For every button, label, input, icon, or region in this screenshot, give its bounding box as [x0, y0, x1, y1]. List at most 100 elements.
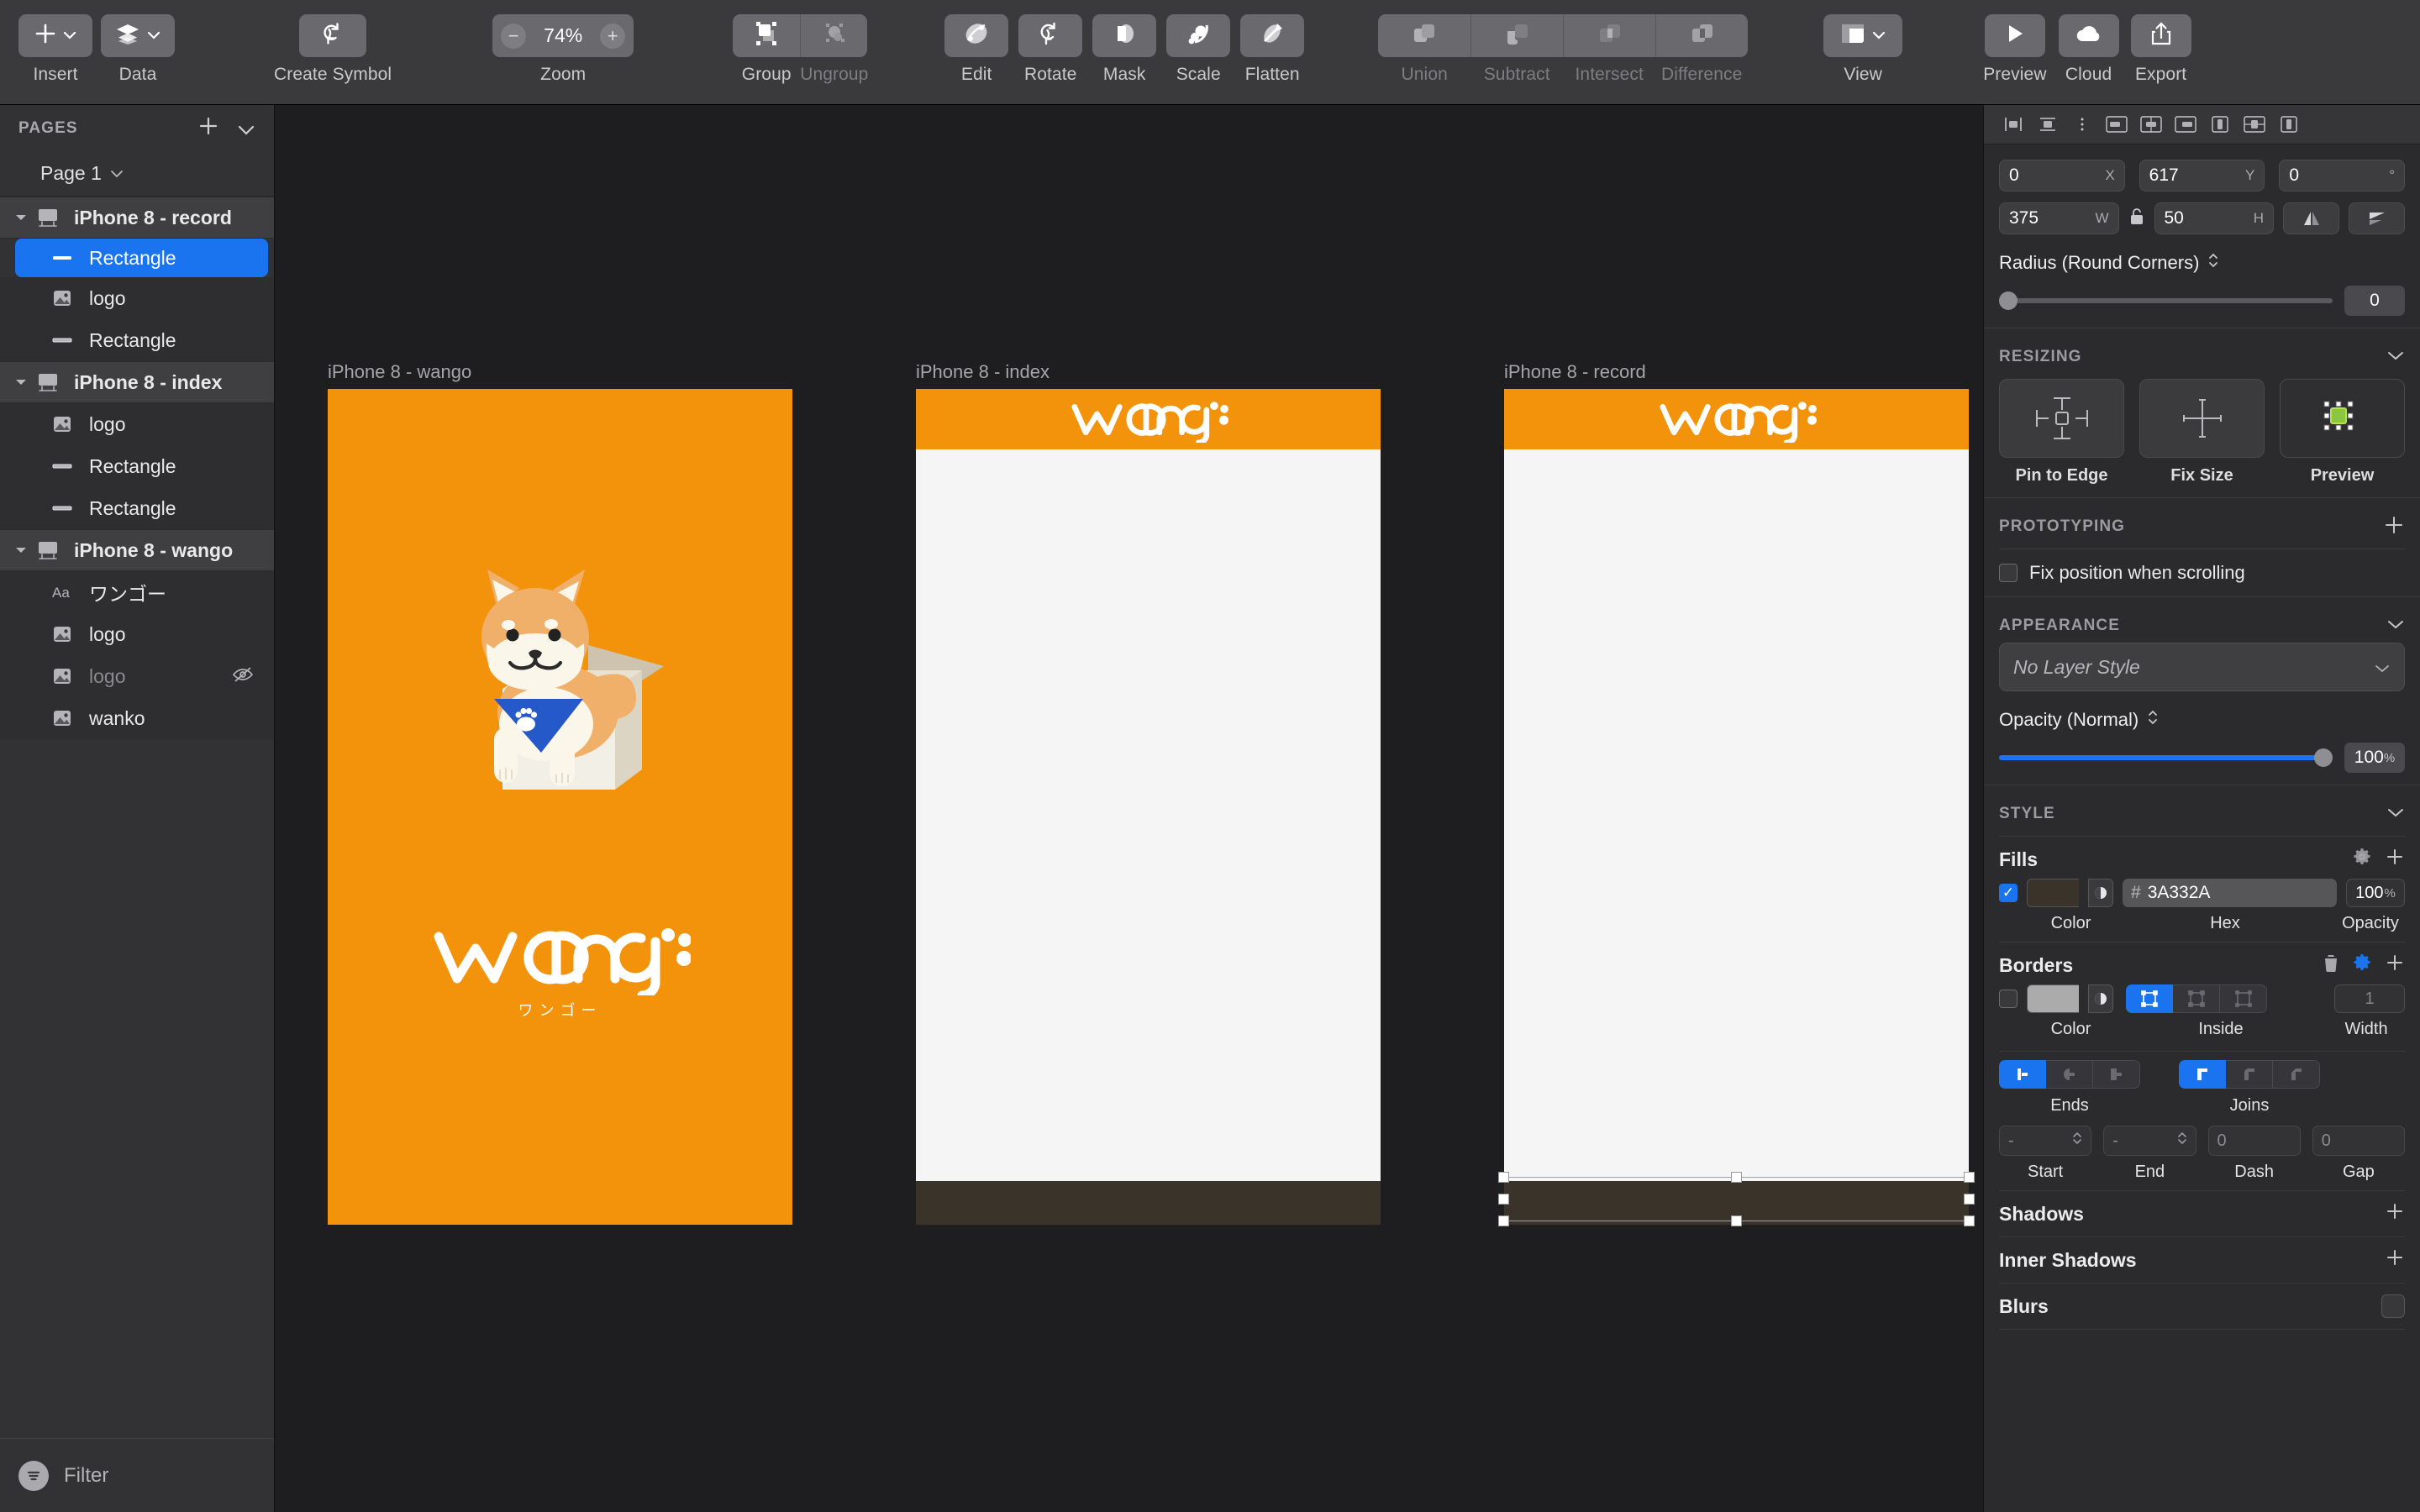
selection-handle[interactable] [1498, 1172, 1509, 1183]
resize-option-preview[interactable]: Preview [2280, 379, 2405, 486]
selection-handle[interactable] [1731, 1172, 1742, 1183]
artboard-wango[interactable]: iPhone 8 - wango ワンゴー [328, 361, 792, 1225]
toolbar-item-zoom[interactable]: − 74% + Zoom [492, 0, 634, 85]
export-button[interactable] [2130, 14, 2191, 57]
cloud-button[interactable] [2058, 14, 2119, 57]
union-button[interactable] [1378, 14, 1470, 57]
border-color-swatch[interactable] [2027, 984, 2079, 1013]
fix-position-row[interactable]: Fix position when scrolling [1984, 549, 2420, 596]
radius-slider[interactable] [1999, 291, 2333, 310]
stepper-icon[interactable] [2147, 708, 2159, 732]
layer-row[interactable]: logo [0, 403, 274, 445]
border-position-outside-button[interactable] [2220, 984, 2267, 1013]
border-position-center-button[interactable] [2126, 984, 2173, 1013]
artboard-title[interactable]: iPhone 8 - index [916, 361, 1381, 383]
fill-hex-field[interactable]: # 3A332A [2123, 879, 2337, 907]
border-dash-field[interactable]: 0 [2207, 1126, 2301, 1156]
artboard-title[interactable]: iPhone 8 - wango [328, 361, 792, 383]
flatten-button[interactable] [1240, 14, 1305, 57]
delete-border-trash-icon[interactable] [2323, 953, 2339, 977]
toolbar-item-rotate[interactable]: Rotate [1018, 0, 1083, 85]
stepper-icon[interactable] [2177, 1131, 2187, 1151]
layer-row[interactable]: Aa ワンゴー [0, 571, 274, 613]
end-square-button[interactable] [2093, 1060, 2140, 1089]
stepper-icon[interactable] [2072, 1131, 2082, 1151]
fix-size-icon[interactable] [2139, 379, 2265, 458]
difference-button[interactable] [1655, 14, 1748, 57]
borders-settings-gear-icon[interactable] [2353, 953, 2371, 977]
selection-handle[interactable] [1964, 1172, 1975, 1183]
eye-hidden-icon[interactable] [232, 665, 254, 688]
resize-preview-icon[interactable] [2280, 379, 2405, 458]
artboard-title[interactable]: iPhone 8 - record [1504, 361, 1969, 383]
zoom-value[interactable]: 74% [538, 24, 588, 47]
height-field[interactable]: 50 H [2154, 202, 2274, 234]
create-symbol-button[interactable] [299, 14, 367, 57]
resize-option-fix-size[interactable]: Fix Size [2139, 379, 2265, 486]
chevron-down-icon[interactable] [2386, 805, 2405, 823]
opacity-value-box[interactable]: 100% [2344, 743, 2405, 773]
selection-handle[interactable] [1498, 1215, 1509, 1226]
page-selector[interactable]: Page 1 [0, 151, 274, 197]
distribute-h-left-icon[interactable] [2102, 112, 2131, 137]
distribute-v-top-icon[interactable] [2206, 112, 2234, 137]
x-field[interactable]: 0 X [1999, 160, 2125, 192]
lock-aspect-ratio-icon[interactable] [2128, 207, 2145, 231]
border-enabled-checkbox[interactable] [1999, 990, 2018, 1008]
subtract-button[interactable] [1470, 14, 1563, 57]
toolbar-item-mask[interactable]: Mask [1092, 0, 1157, 85]
group-button[interactable] [733, 14, 800, 57]
artboard-record[interactable]: iPhone 8 - record [1498, 361, 1975, 1226]
layer-row[interactable]: Rectangle [0, 487, 274, 529]
wanko-illustration[interactable] [447, 544, 674, 801]
end-butt-button[interactable] [1999, 1060, 2046, 1089]
zoom-out-button[interactable]: − [501, 23, 527, 49]
data-button[interactable] [101, 14, 175, 57]
fill-type-icon[interactable] [2088, 879, 2113, 907]
add-shadow-icon[interactable] [2385, 1201, 2405, 1226]
add-fill-icon[interactable] [2385, 847, 2405, 872]
layer-row-artboard[interactable]: iPhone 8 - record [0, 197, 274, 239]
add-page-icon[interactable] [197, 114, 220, 142]
artboard-canvas-wango[interactable]: ワンゴー [328, 389, 792, 1225]
artboard-canvas-record[interactable] [1504, 389, 1969, 1225]
join-miter-button[interactable] [2179, 1060, 2226, 1089]
artboard-canvas-index[interactable] [916, 389, 1381, 1225]
toolbar-item-create-symbol[interactable]: Create Symbol [274, 0, 392, 85]
layer-row[interactable]: logo [0, 655, 274, 697]
fill-enabled-checkbox[interactable]: ✓ [1999, 884, 2018, 902]
layer-row[interactable]: logo [0, 277, 274, 319]
disclosure-triangle-icon[interactable] [15, 543, 37, 558]
toolbar-item-export[interactable]: Export [2130, 0, 2191, 85]
align-top-icon[interactable] [2033, 112, 2062, 137]
stepper-icon[interactable] [2207, 251, 2219, 275]
ungroup-button[interactable] [800, 14, 867, 57]
selection-handle[interactable] [1964, 1194, 1975, 1205]
scale-button[interactable] [1166, 14, 1231, 57]
selection-handle[interactable] [1498, 1194, 1509, 1205]
toolbar-item-cloud[interactable]: Cloud [2058, 0, 2119, 85]
layer-row[interactable]: Rectangle [15, 239, 268, 277]
pin-to-edge-icon[interactable] [1999, 379, 2124, 458]
resize-option-pin-to-edge[interactable]: Pin to Edge [1999, 379, 2124, 486]
end-round-button[interactable] [2046, 1060, 2093, 1089]
toolbar-item-data[interactable]: Data [101, 0, 175, 85]
chevron-down-icon[interactable] [2386, 617, 2405, 635]
border-gap-field[interactable]: 0 [2312, 1126, 2405, 1156]
toolbar-item-view[interactable]: View [1823, 0, 1903, 85]
toolbar-item-scale[interactable]: Scale [1166, 0, 1231, 85]
distribute-h-center-icon[interactable] [2137, 112, 2165, 137]
fix-position-checkbox[interactable] [1999, 564, 2018, 582]
insert-button[interactable] [18, 14, 92, 57]
border-end-field[interactable]: - [2103, 1126, 2196, 1156]
design-canvas[interactable]: iPhone 8 - wango ワンゴー iPhone 8 - index i… [275, 105, 1983, 1512]
more-options-icon[interactable] [2068, 112, 2096, 137]
radius-slider-knob[interactable] [1999, 291, 2018, 310]
layer-row-artboard[interactable]: iPhone 8 - index [0, 361, 274, 403]
layer-row-artboard[interactable]: iPhone 8 - wango [0, 529, 274, 571]
radius-value[interactable]: 0 [2344, 286, 2405, 316]
width-field[interactable]: 375 W [1999, 202, 2119, 234]
opacity-slider[interactable] [1999, 748, 2333, 767]
selection-handle[interactable] [1731, 1215, 1742, 1226]
border-position-inside-button[interactable] [2173, 984, 2220, 1013]
